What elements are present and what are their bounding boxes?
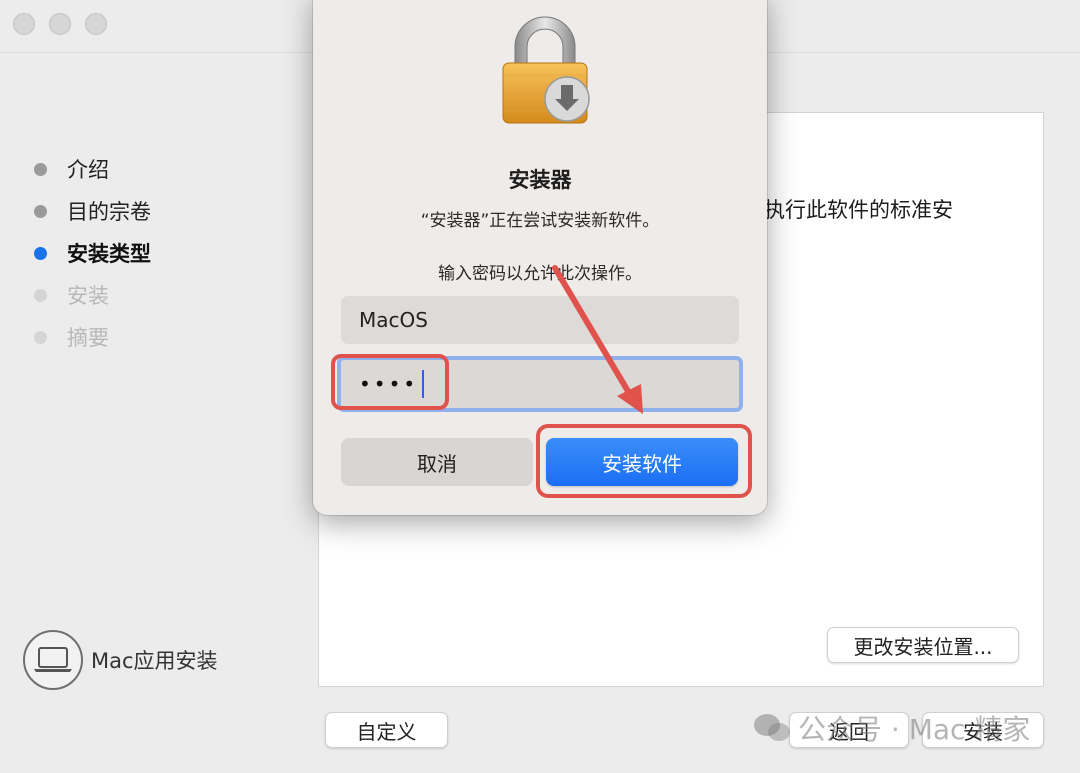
step-intro: 介绍 bbox=[34, 148, 151, 190]
step-label: 目的宗卷 bbox=[67, 200, 151, 224]
dialog-title: 安装器 bbox=[508, 168, 572, 192]
install-button[interactable]: 安装 bbox=[922, 712, 1044, 748]
step-dot bbox=[34, 330, 47, 344]
step-label: 摘要 bbox=[67, 326, 109, 350]
step-install: 安装 bbox=[34, 274, 151, 316]
step-destination: 目的宗卷 bbox=[34, 190, 151, 232]
close-window-button[interactable] bbox=[13, 13, 35, 35]
dialog-prompt: 输入密码以允许此次操作。 bbox=[438, 264, 642, 284]
text-caret bbox=[422, 370, 425, 398]
step-dot bbox=[34, 288, 47, 302]
password-field[interactable]: •••• bbox=[337, 356, 743, 412]
step-summary: 摘要 bbox=[34, 316, 151, 358]
cancel-button[interactable]: 取消 bbox=[341, 438, 533, 486]
step-label: 安装类型 bbox=[67, 242, 151, 266]
window-controls bbox=[13, 13, 107, 35]
step-dot bbox=[34, 246, 47, 260]
wechat-icon bbox=[754, 714, 790, 741]
zoom-window-button[interactable] bbox=[85, 13, 107, 35]
brand-label: Mac应用安装 bbox=[91, 649, 218, 673]
install-software-button[interactable]: 安装软件 bbox=[546, 438, 738, 486]
step-list: 介绍 目的宗卷 安装类型 安装 摘要 bbox=[34, 148, 151, 358]
step-label: 安装 bbox=[67, 284, 109, 308]
minimize-window-button[interactable] bbox=[49, 13, 71, 35]
content-description: 执行此软件的标准安 bbox=[764, 198, 953, 222]
auth-dialog: 安装器 “安装器”正在尝试安装新软件。 输入密码以允许此次操作。 •••• 取消… bbox=[313, 0, 767, 515]
dialog-message: “安装器”正在尝试安装新软件。 bbox=[420, 211, 660, 231]
laptop-icon bbox=[23, 630, 83, 690]
customize-button[interactable]: 自定义 bbox=[325, 712, 448, 748]
back-button[interactable]: 返回 bbox=[789, 712, 909, 748]
change-location-button[interactable]: 更改安装位置... bbox=[827, 627, 1019, 663]
step-install-type: 安装类型 bbox=[34, 232, 151, 274]
step-dot bbox=[34, 204, 47, 218]
step-dot bbox=[34, 162, 47, 176]
password-mask: •••• bbox=[359, 372, 419, 396]
lock-icon bbox=[502, 16, 590, 124]
brand: Mac应用安装 bbox=[23, 630, 218, 690]
step-label: 介绍 bbox=[67, 158, 109, 182]
username-field[interactable] bbox=[341, 296, 739, 344]
